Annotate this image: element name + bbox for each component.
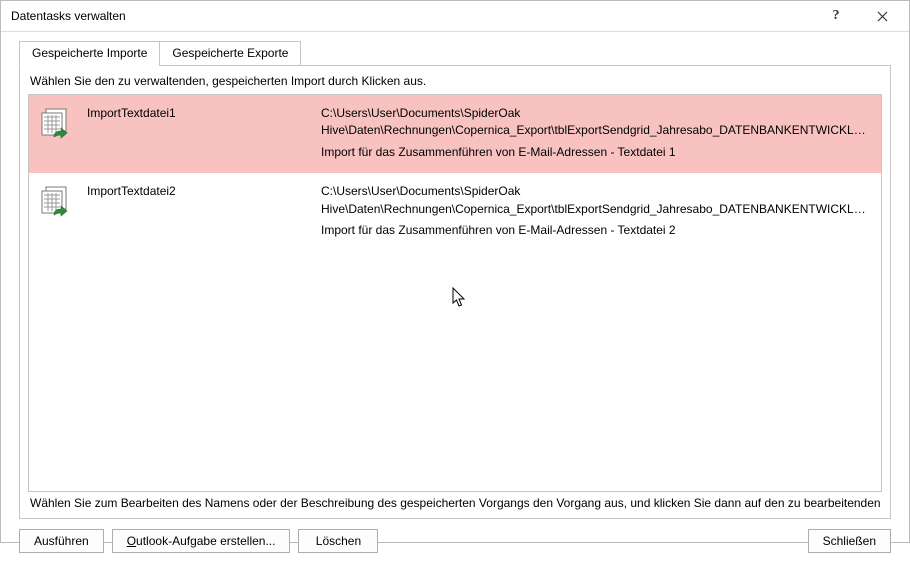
tabs: Gespeicherte Importe Gespeicherte Export… — [19, 40, 891, 519]
import-path-line2: Hive\Daten\Rechnungen\Copernica_Export\t… — [321, 202, 869, 216]
dialog-body: Gespeicherte Importe Gespeicherte Export… — [1, 32, 909, 519]
outlook-task-label: Outlook-Aufgabe erstellen... — [127, 534, 276, 548]
run-button[interactable]: Ausführen — [19, 529, 104, 553]
import-details: C:\Users\User\Documents\SpiderOak Hive\D… — [321, 183, 869, 239]
import-details: C:\Users\User\Documents\SpiderOak Hive\D… — [321, 105, 869, 161]
import-item[interactable]: ImportTextdatei1 C:\Users\User\Documents… — [29, 95, 881, 173]
import-item[interactable]: ImportTextdatei2 C:\Users\User\Documents… — [29, 173, 881, 251]
delete-button-label: Löschen — [316, 534, 361, 548]
import-path[interactable]: C:\Users\User\Documents\SpiderOak Hive\D… — [321, 183, 869, 218]
import-description[interactable]: Import für das Zusammenführen von E-Mail… — [321, 144, 869, 161]
import-path-line1: C:\Users\User\Documents\SpiderOak — [321, 106, 520, 120]
instruction-top: Wählen Sie den zu verwaltenden, gespeich… — [30, 74, 880, 88]
window-title: Datentasks verwalten — [11, 9, 813, 23]
instruction-bottom: Wählen Sie zum Bearbeiten des Namens ode… — [30, 496, 880, 510]
import-name[interactable]: ImportTextdatei1 — [87, 105, 307, 120]
tab-saved-exports[interactable]: Gespeicherte Exporte — [159, 41, 301, 66]
close-icon — [877, 11, 888, 22]
tab-panel-imports: Wählen Sie den zu verwaltenden, gespeich… — [19, 65, 891, 519]
import-path-line1: C:\Users\User\Documents\SpiderOak — [321, 184, 520, 198]
window-close-button[interactable] — [859, 1, 905, 31]
close-button[interactable]: Schließen — [808, 529, 891, 553]
import-path[interactable]: C:\Users\User\Documents\SpiderOak Hive\D… — [321, 105, 869, 140]
import-list: ImportTextdatei1 C:\Users\User\Documents… — [28, 94, 882, 492]
tab-strip: Gespeicherte Importe Gespeicherte Export… — [19, 41, 891, 66]
run-button-label: Ausführen — [34, 534, 89, 548]
tab-saved-imports[interactable]: Gespeicherte Importe — [19, 41, 160, 66]
import-path-line2: Hive\Daten\Rechnungen\Copernica_Export\t… — [321, 123, 869, 137]
outlook-task-button[interactable]: Outlook-Aufgabe erstellen... — [112, 529, 291, 553]
import-name[interactable]: ImportTextdatei2 — [87, 183, 307, 198]
delete-button[interactable]: Löschen — [298, 529, 378, 553]
button-bar: Ausführen Outlook-Aufgabe erstellen... L… — [1, 519, 909, 567]
button-spacer — [386, 529, 799, 553]
import-description[interactable]: Import für das Zusammenführen von E-Mail… — [321, 222, 869, 239]
help-button[interactable]: ? — [813, 1, 859, 31]
titlebar: Datentasks verwalten ? — [1, 1, 909, 32]
close-button-label: Schließen — [823, 534, 876, 548]
import-sheet-icon — [41, 185, 73, 219]
import-sheet-icon — [41, 107, 73, 141]
